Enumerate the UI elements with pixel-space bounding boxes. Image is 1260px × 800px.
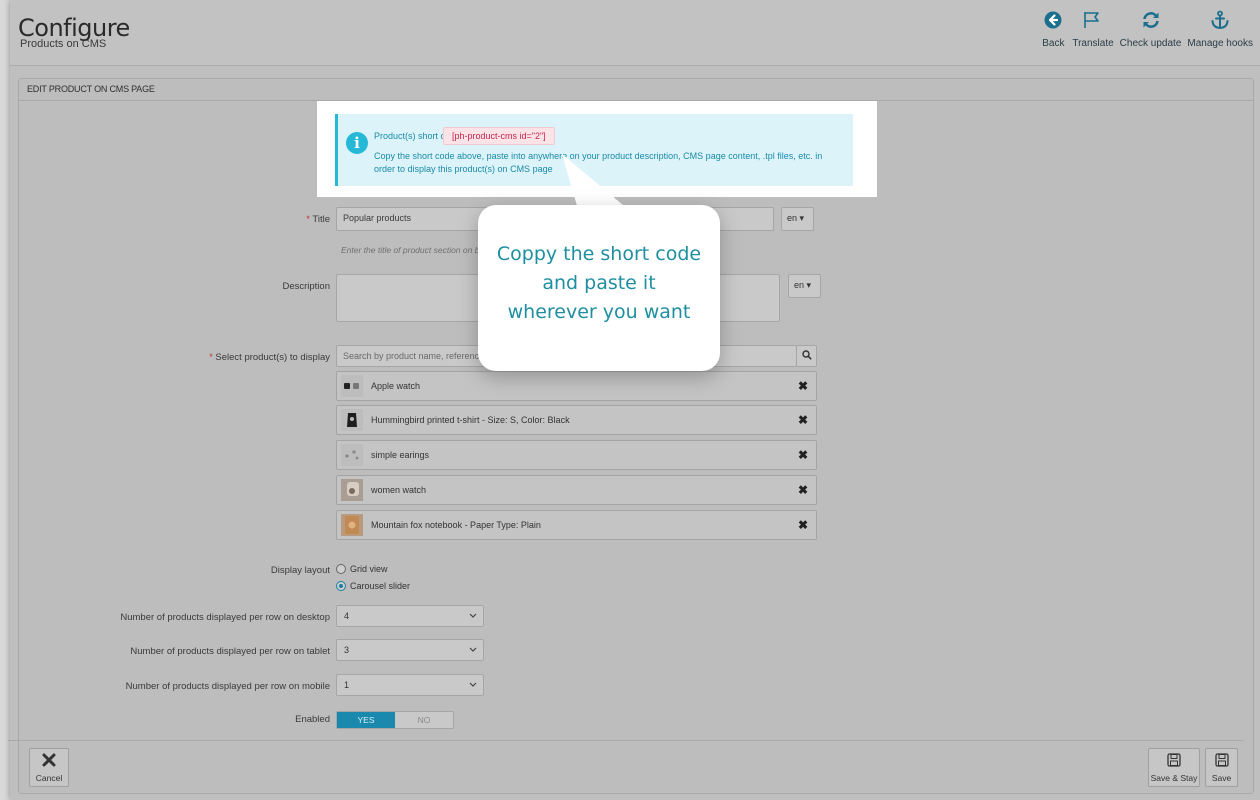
title-label: * Title [306, 214, 330, 225]
callout-text: Coppy the short code and paste it wherev… [478, 240, 720, 327]
product-thumbnail [341, 479, 363, 501]
remove-icon[interactable]: ✖ [798, 379, 808, 393]
check-update-button[interactable]: Check update [1117, 8, 1185, 49]
save-and-stay-label: Save & Stay [1150, 772, 1198, 783]
translate-button[interactable]: Translate [1069, 8, 1116, 49]
product-row: Hummingbird printed t-shirt - Size: S, C… [336, 405, 817, 435]
chevron-down-icon [469, 645, 477, 655]
floppy-disk-icon [1167, 752, 1181, 769]
chevron-down-icon [469, 611, 477, 621]
product-row: simple earings ✖ [336, 440, 817, 470]
callout-line: wherever you want [507, 301, 691, 323]
anchor-icon [1207, 8, 1233, 32]
chevron-down-icon [469, 680, 477, 690]
description-language-select[interactable]: en ▾ [788, 274, 821, 298]
toolbar: Back Translate Check update Manage hooks [1037, 8, 1256, 49]
enabled-label: Enabled [295, 714, 330, 725]
manage-hooks-button[interactable]: Manage hooks [1184, 8, 1256, 49]
callout-line: and paste it [542, 272, 656, 294]
remove-icon[interactable]: ✖ [798, 413, 808, 427]
description-label: Description [282, 281, 330, 292]
page-subtitle: Products on CMS [20, 38, 107, 50]
radio-circle-checked [336, 581, 346, 591]
product-name: Apple watch [371, 381, 421, 391]
product-thumbnail [341, 444, 363, 466]
product-thumbnail [341, 375, 363, 397]
cancel-button[interactable]: Cancel [29, 748, 69, 787]
carousel-slider-label: Carousel slider [350, 581, 411, 591]
remove-icon[interactable]: ✖ [798, 483, 808, 497]
product-thumbnail [341, 409, 363, 431]
remove-icon[interactable]: ✖ [798, 448, 808, 462]
layout-label: Display layout [270, 565, 330, 576]
switch-yes[interactable]: YES [337, 712, 395, 728]
mobile-count-select[interactable]: 1 [336, 674, 484, 696]
product-row: Mountain fox notebook - Paper Type: Plai… [336, 510, 817, 540]
tablet-count-select[interactable]: 3 [336, 639, 484, 661]
product-row: Apple watch ✖ [336, 371, 817, 401]
callout-bubble: Coppy the short code and paste it wherev… [478, 205, 720, 371]
product-row: women watch ✖ [336, 475, 817, 505]
product-name: Mountain fox notebook - Paper Type: Plai… [371, 520, 541, 530]
carousel-slider-radio[interactable]: Carousel slider [336, 581, 410, 591]
grid-view-radio[interactable]: Grid view [336, 564, 388, 574]
radio-circle [336, 564, 346, 574]
callout-line: Coppy the short code [496, 243, 702, 265]
floppy-disk-icon [1214, 752, 1229, 769]
arrow-left-circle-icon [1040, 8, 1066, 32]
product-name: Hummingbird printed t-shirt - Size: S, C… [371, 415, 570, 425]
search-icon [802, 350, 812, 360]
remove-icon[interactable]: ✖ [798, 518, 808, 532]
save-label: Save [1211, 772, 1232, 783]
mobile-label: Number of products displayed per row on … [125, 681, 330, 692]
title-language-select[interactable]: en ▾ [781, 207, 814, 231]
close-icon [42, 753, 56, 769]
desktop-label: Number of products displayed per row on … [120, 612, 330, 623]
switch-no[interactable]: NO [395, 712, 453, 728]
refresh-icon [1138, 8, 1164, 32]
flag-icon [1080, 8, 1106, 32]
page-header: Configure Products on CMS Back Translate… [10, 0, 1260, 66]
product-name: simple earings [371, 450, 430, 460]
panel-heading: EDIT PRODUCT ON CMS PAGE [19, 79, 1253, 101]
info-icon: i [346, 132, 368, 154]
save-button[interactable]: Save [1205, 748, 1238, 787]
translate-label: Translate [1072, 38, 1114, 49]
back-label: Back [1042, 38, 1065, 49]
manage-hooks-label: Manage hooks [1187, 38, 1253, 49]
title-help: Enter the title of product section on b [341, 245, 480, 255]
tablet-label: Number of products displayed per row on … [130, 646, 330, 657]
select-products-label: * Select product(s) to display [209, 352, 330, 363]
product-name: women watch [371, 485, 427, 495]
search-button[interactable] [796, 345, 817, 367]
enabled-switch[interactable]: YES NO [336, 711, 454, 729]
shortcode-value[interactable]: [ph-product-cms id="2"] [443, 127, 555, 145]
check-update-label: Check update [1119, 38, 1182, 49]
desktop-count-select[interactable]: 4 [336, 605, 484, 627]
cancel-label: Cancel [35, 772, 63, 783]
product-thumbnail [341, 514, 363, 536]
save-and-stay-button[interactable]: Save & Stay [1148, 748, 1200, 787]
grid-view-label: Grid view [350, 564, 388, 574]
panel-footer [8, 740, 1244, 794]
back-button[interactable]: Back [1037, 8, 1069, 49]
